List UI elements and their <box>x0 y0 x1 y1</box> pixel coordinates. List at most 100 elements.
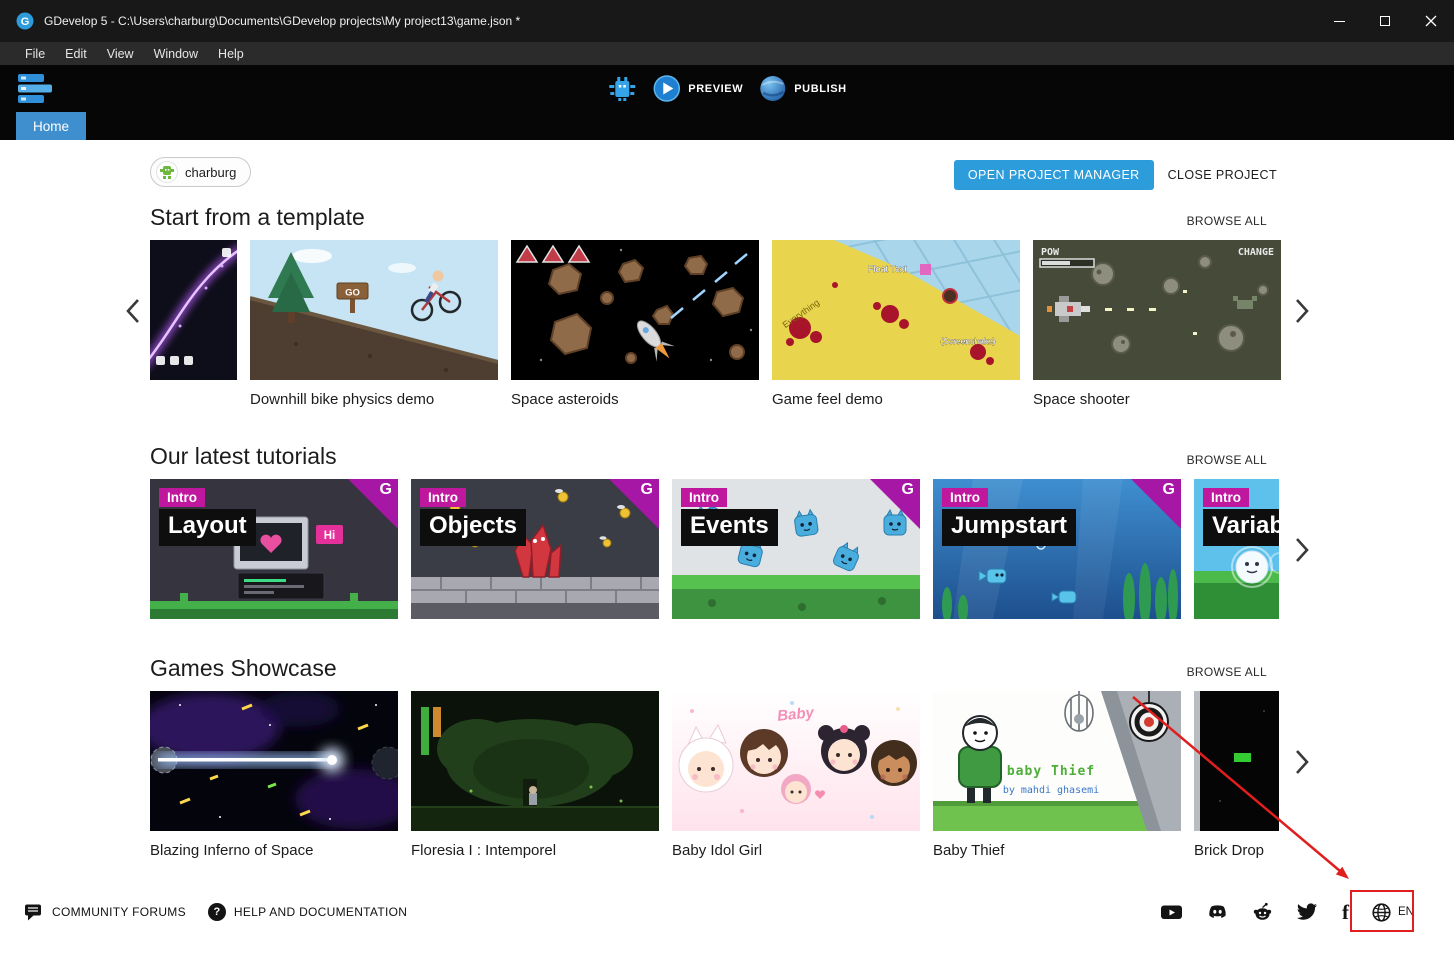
debugger-button[interactable] <box>607 75 637 103</box>
gdevelop-logo-letter: G <box>380 481 392 499</box>
tutorial-card-variables[interactable]: +1 Intro Variables G <box>1194 479 1279 619</box>
scroll-left-button[interactable] <box>122 296 144 326</box>
showcase-card-baby-idol-girl[interactable]: Baby Baby Idol Girl <box>672 691 920 859</box>
tutorial-card-objects[interactable]: Intro Objects G <box>411 479 659 619</box>
template-card-game-feel[interactable]: Float Text Everything (Screenshake) Game… <box>772 240 1020 408</box>
template-card-light-trail[interactable] <box>150 240 237 408</box>
section-games-showcase: Games Showcase BROWSE ALL <box>150 655 1279 859</box>
menu-help[interactable]: Help <box>209 45 253 63</box>
thumbnail: Baby <box>672 691 920 831</box>
section-title: Games Showcase <box>150 655 337 682</box>
title-bar: G GDevelop 5 - C:\Users\charburg\Documen… <box>0 0 1454 42</box>
brick-drop-thumbnail-art <box>1194 691 1279 831</box>
tutorial-card-events[interactable]: Intro Events G <box>672 479 920 619</box>
baby-idol-thumbnail-art: Baby <box>672 691 920 831</box>
forum-chat-icon <box>24 903 44 922</box>
screenshake-label: (Screenshake) <box>940 336 995 346</box>
thumbnail: Float Text Everything (Screenshake) <box>772 240 1020 380</box>
language-selector[interactable]: EN <box>1371 902 1414 923</box>
light-trail-thumbnail-art <box>150 240 237 380</box>
templates-row: GO Downhill bike physics demo <box>150 240 1279 408</box>
preview-button[interactable]: PREVIEW <box>653 75 743 102</box>
facebook-icon[interactable]: f <box>1342 902 1349 923</box>
tutorial-card-layout[interactable]: Hi Intro Layout G <box>150 479 398 619</box>
tab-home[interactable]: Home <box>16 112 86 140</box>
baby-thief-title-text: baby Thief <box>1007 764 1095 779</box>
showcase-card-blazing-inferno[interactable]: Blazing Inferno of Space <box>150 691 398 859</box>
go-sign-text: GO <box>345 288 360 299</box>
publish-globe-icon <box>759 75 786 102</box>
template-card-downhill-bike[interactable]: GO Downhill bike physics demo <box>250 240 498 408</box>
card-caption: Brick Drop <box>1194 842 1279 859</box>
thumbnail: Hi Intro Layout G <box>150 479 398 619</box>
chevron-right-icon <box>1294 749 1310 775</box>
toolbar-center-group: PREVIEW PUBLISH <box>607 75 846 103</box>
community-forums-button[interactable]: COMMUNITY FORUMS <box>24 903 186 922</box>
section-title: Our latest tutorials <box>150 443 337 470</box>
play-icon <box>653 75 680 102</box>
gdevelop-logo-icon: G <box>16 12 34 30</box>
showcase-row: Blazing Inferno of Space <box>150 691 1279 859</box>
menu-view[interactable]: View <box>98 45 143 63</box>
close-icon <box>1425 15 1437 27</box>
section-tutorials: Our latest tutorials BROWSE ALL <box>150 443 1279 619</box>
youtube-icon[interactable] <box>1160 902 1183 922</box>
logo-letter: G <box>21 16 30 28</box>
card-caption: Floresia I : Intemporel <box>411 842 659 859</box>
tutorial-card-jumpstart[interactable]: Intro Jumpstart G <box>933 479 1181 619</box>
open-project-manager-button[interactable]: OPEN PROJECT MANAGER <box>954 160 1154 190</box>
home-page: charburg OPEN PROJECT MANAGER CLOSE PROJ… <box>0 140 1454 963</box>
browse-all-tutorials[interactable]: BROWSE ALL <box>1187 453 1267 467</box>
thumbnail: Intro Jumpstart G <box>933 479 1181 619</box>
question-mark: ? <box>214 906 221 918</box>
project-actions: OPEN PROJECT MANAGER CLOSE PROJECT <box>954 160 1277 190</box>
thumbnail: Intro Events G <box>672 479 920 619</box>
maximize-icon <box>1380 16 1390 26</box>
menu-edit[interactable]: Edit <box>56 45 96 63</box>
baby-thief-author-text: by mahdi ghasemi <box>1003 785 1099 796</box>
tutorial-title: Jumpstart <box>942 509 1076 546</box>
language-label: EN <box>1398 906 1414 918</box>
template-card-space-asteroids[interactable]: Space asteroids <box>511 240 759 408</box>
help-documentation-button[interactable]: ? HELP AND DOCUMENTATION <box>208 903 407 921</box>
minimize-button[interactable] <box>1316 0 1362 42</box>
floresia-thumbnail-art <box>411 691 659 831</box>
thumbnail: GO <box>250 240 498 380</box>
showcase-card-brick-drop[interactable]: Brick Drop <box>1194 691 1279 859</box>
discord-icon[interactable] <box>1207 902 1228 922</box>
scroll-right-button[interactable] <box>1291 296 1313 326</box>
blazing-inferno-thumbnail-art <box>150 691 398 831</box>
menu-file[interactable]: File <box>16 45 54 63</box>
template-card-space-shooter[interactable]: POW CHANGE Space shooter <box>1033 240 1281 408</box>
username: charburg <box>185 165 236 180</box>
publish-button[interactable]: PUBLISH <box>759 75 846 102</box>
reddit-icon[interactable] <box>1252 902 1273 922</box>
thumbnail: +1 Intro Variables G <box>1194 479 1279 619</box>
browse-all-templates[interactable]: BROWSE ALL <box>1187 214 1267 228</box>
help-documentation-label: HELP AND DOCUMENTATION <box>234 905 407 919</box>
menu-bar: File Edit View Window Help <box>0 42 1454 65</box>
showcase-card-floresia[interactable]: Floresia I : Intemporel <box>411 691 659 859</box>
scroll-right-button[interactable] <box>1291 535 1313 565</box>
menu-window[interactable]: Window <box>145 45 207 63</box>
project-manager-button[interactable] <box>16 72 54 110</box>
close-project-button[interactable]: CLOSE PROJECT <box>1168 168 1277 182</box>
card-caption: Blazing Inferno of Space <box>150 842 398 859</box>
toolbar: PREVIEW PUBLISH <box>0 65 1454 112</box>
close-button[interactable] <box>1408 0 1454 42</box>
browse-all-showcase[interactable]: BROWSE ALL <box>1187 665 1267 679</box>
project-manager-icon <box>16 72 54 105</box>
intro-badge: Intro <box>420 488 466 507</box>
maximize-button[interactable] <box>1362 0 1408 42</box>
social-links: f <box>1160 902 1349 923</box>
debugger-bug-icon <box>607 75 637 103</box>
tutorial-title: Variables <box>1203 509 1279 546</box>
showcase-card-baby-thief[interactable]: baby Thief by mahdi ghasemi Baby Thief <box>933 691 1181 859</box>
thumbnail <box>150 691 398 831</box>
space-shooter-thumbnail-art: POW CHANGE <box>1033 240 1281 380</box>
user-profile-chip[interactable]: charburg <box>150 157 251 187</box>
twitter-icon[interactable] <box>1297 902 1318 922</box>
gdevelop-logo-letter: G <box>1163 481 1175 499</box>
pow-label: POW <box>1041 247 1060 258</box>
scroll-right-button[interactable] <box>1291 747 1313 777</box>
